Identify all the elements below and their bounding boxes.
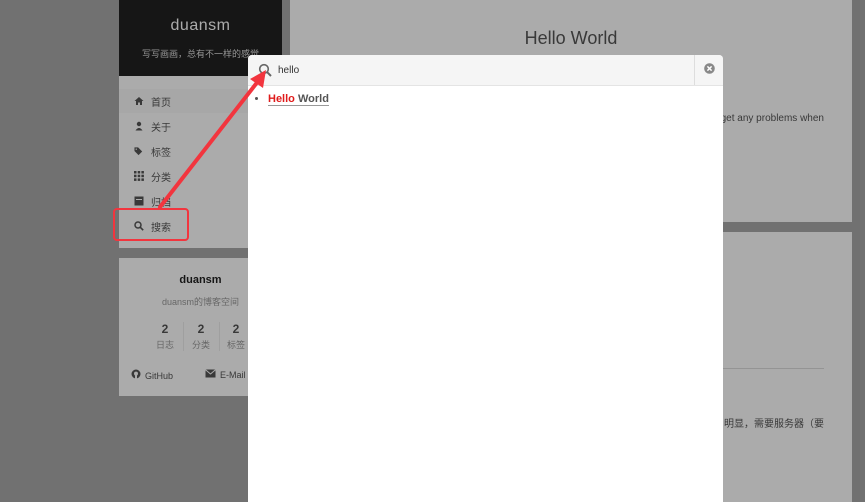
annotation-arrow: [158, 70, 266, 209]
